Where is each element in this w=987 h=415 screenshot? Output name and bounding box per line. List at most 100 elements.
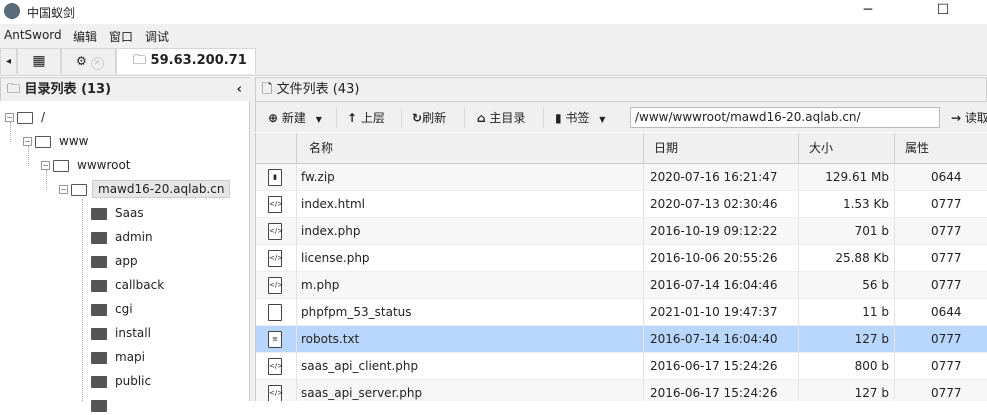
code-file-icon: </>	[268, 223, 283, 240]
folder-icon	[91, 351, 107, 364]
parent-dir-button[interactable]: ↑ 上层	[347, 109, 385, 126]
file-row[interactable]: ≡ robots.txt 2016-07-14 16:04:40 127 b 0…	[256, 326, 987, 353]
folder-icon	[35, 135, 51, 148]
file-panel-title: 文件列表 (43)	[276, 82, 360, 97]
file-grid: 名称 日期 大小 属性 ▮ fw.zip 2020-07-16 16:21:47…	[255, 133, 987, 401]
text-file-icon: ≡	[268, 331, 282, 348]
directory-panel-title: 目录列表 (13)	[24, 82, 112, 97]
collapse-panel-button[interactable]: ‹	[237, 78, 242, 101]
tree-node-app[interactable]: app	[91, 251, 138, 271]
maximize-button[interactable]: ☐	[920, 0, 966, 24]
tree-node-root[interactable]: − /	[5, 107, 45, 127]
read-path-button[interactable]: → 读取	[951, 109, 987, 126]
menu-window[interactable]: 窗口	[109, 28, 133, 45]
folder-icon	[91, 399, 107, 412]
folder-icon	[91, 255, 107, 268]
file-date: 2016-10-06 20:55:26	[643, 245, 798, 272]
file-name: saas_api_server.php	[296, 380, 643, 401]
home-icon: ⌂	[477, 111, 486, 125]
file-size: 127 b	[798, 326, 894, 353]
window-title: 中国蚁剑	[27, 6, 76, 20]
menu-bar: AntSword 编辑 窗口 调试	[0, 24, 987, 46]
file-name: phpfpm_53_status	[296, 299, 643, 326]
file-attr: 0644	[894, 299, 987, 326]
tree-node-more[interactable]	[91, 395, 115, 415]
tab-label: 59.63.200.71	[150, 53, 247, 68]
file-row[interactable]: ▮ fw.zip 2020-07-16 16:21:47 129.61 Mb 0…	[256, 164, 987, 191]
tab-settings[interactable]: ⚙ ×	[61, 48, 116, 74]
tab-scroll-left-button[interactable]: ◂	[0, 48, 17, 74]
file-row[interactable]: </> saas_api_client.php 2016-06-17 15:24…	[256, 353, 987, 380]
tree-node-install[interactable]: install	[91, 323, 151, 343]
file-attr: 0777	[894, 218, 987, 245]
minimize-button[interactable]: ─	[845, 0, 891, 24]
tree-node-wwwroot[interactable]: − wwwroot	[41, 155, 131, 175]
column-name[interactable]: 名称	[296, 133, 643, 164]
file-size: 25.88 Kb	[798, 245, 894, 272]
file-date: 2020-07-13 02:30:46	[643, 191, 798, 218]
file-file-icon	[268, 304, 282, 321]
tree-node-cgi[interactable]: cgi	[91, 299, 133, 319]
file-date: 2016-07-14 16:04:40	[643, 326, 798, 353]
file-attr: 0644	[894, 164, 987, 191]
file-name: index.html	[296, 191, 643, 218]
file-name: robots.txt	[296, 326, 643, 353]
code-file-icon: </>	[268, 196, 283, 213]
column-attr[interactable]: 属性	[894, 133, 987, 164]
new-button[interactable]: ⊕ 新建 ▼	[268, 109, 322, 126]
tree-node-mapi[interactable]: mapi	[91, 347, 145, 367]
tab-close-icon[interactable]: ×	[90, 57, 104, 70]
tree-node-admin[interactable]: admin	[91, 227, 153, 247]
code-file-icon: </>	[268, 277, 283, 294]
file-icon: 🗋	[262, 82, 273, 97]
file-name: m.php	[296, 272, 643, 299]
file-size: 56 b	[798, 272, 894, 299]
file-name: fw.zip	[296, 164, 643, 191]
tree-node-public[interactable]: public	[91, 371, 151, 391]
file-attr: 0777	[894, 326, 987, 353]
file-date: 2016-06-17 15:24:26	[643, 380, 798, 401]
menu-edit[interactable]: 编辑	[73, 28, 97, 45]
file-attr: 0777	[894, 245, 987, 272]
file-size: 1.53 Kb	[798, 191, 894, 218]
file-attr: 0777	[894, 191, 987, 218]
tree-node-www[interactable]: − www	[23, 131, 88, 151]
code-file-icon: </>	[268, 250, 283, 267]
path-input[interactable]: /www/wwwroot/mawd16-20.aqlab.cn/	[630, 107, 940, 128]
code-file-icon: </>	[268, 358, 283, 375]
tab-shell-session[interactable]: 🗀 59.63.200.71 ×	[116, 48, 256, 93]
folder-icon	[91, 327, 107, 340]
column-date[interactable]: 日期	[643, 133, 798, 164]
file-name: license.php	[296, 245, 643, 272]
file-name: index.php	[296, 218, 643, 245]
directory-tree: − / − www − wwwroot − mawd16-20.aqlab.cn Saa…	[0, 101, 250, 412]
tree-node-site[interactable]: − mawd16-20.aqlab.cn	[59, 179, 231, 199]
tree-node-saas[interactable]: Saas	[91, 203, 144, 223]
bookmark-button[interactable]: ▮ 书签 ▼	[555, 109, 605, 126]
file-panel-header: 🗋 文件列表 (43)	[255, 77, 987, 102]
file-date: 2016-10-19 09:12:22	[643, 218, 798, 245]
menu-debug[interactable]: 调试	[145, 28, 169, 45]
menu-antsword[interactable]: AntSword	[4, 28, 62, 42]
chevron-down-icon: ▼	[315, 115, 322, 124]
folder-icon	[91, 279, 107, 292]
file-row[interactable]: phpfpm_53_status 2021-01-10 19:47:37 11 …	[256, 299, 987, 326]
arrow-up-icon: ↑	[347, 111, 358, 125]
tab-home-grid-icon[interactable]: ▦	[17, 48, 61, 74]
file-row[interactable]: </> index.php 2016-10-19 09:12:22 701 b …	[256, 218, 987, 245]
refresh-button[interactable]: ↻刷新	[412, 109, 446, 126]
file-date: 2016-07-14 16:04:46	[643, 272, 798, 299]
file-date: 2020-07-16 16:21:47	[643, 164, 798, 191]
tree-node-callback[interactable]: callback	[91, 275, 164, 295]
file-row[interactable]: </> index.html 2020-07-13 02:30:46 1.53 …	[256, 191, 987, 218]
code-file-icon: </>	[268, 385, 283, 401]
file-row[interactable]: </> m.php 2016-07-14 16:04:46 56 b 0777	[256, 272, 987, 299]
file-size: 129.61 Mb	[798, 164, 894, 191]
file-row[interactable]: </> license.php 2016-10-06 20:55:26 25.8…	[256, 245, 987, 272]
file-size: 800 b	[798, 353, 894, 380]
column-size[interactable]: 大小	[798, 133, 894, 164]
home-dir-button[interactable]: ⌂ 主目录	[477, 109, 525, 126]
title-bar: 中国蚁剑 ─ ☐	[0, 0, 987, 24]
file-row[interactable]: </> saas_api_server.php 2016-06-17 15:24…	[256, 380, 987, 401]
folder-icon	[71, 183, 87, 196]
